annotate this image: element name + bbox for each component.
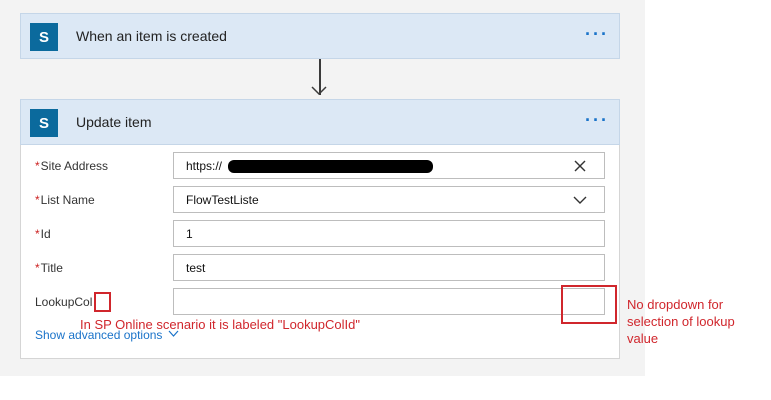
annotation-label-box [94,292,111,312]
required-marker: * [35,227,40,241]
action-title: Update item [76,114,152,130]
id-field[interactable]: 1 [173,220,605,247]
sharepoint-icon: S [30,109,58,137]
id-value: 1 [186,227,193,241]
annotation-dropdown-box [561,285,617,324]
sharepoint-icon: S [30,23,58,51]
id-label: *Id [35,227,51,241]
list-name-value: FlowTestListe [186,193,259,207]
action-more-icon[interactable]: ··· [585,110,609,131]
chevron-down-icon[interactable] [573,193,587,207]
required-marker: * [35,193,40,207]
required-marker: * [35,159,40,173]
title-value: test [186,261,206,275]
clear-icon[interactable] [573,159,587,173]
list-name-label: *List Name [35,193,95,207]
annotation-label-note: In SP Online scenario it is labeled "Loo… [80,317,360,332]
list-name-dropdown[interactable]: FlowTestListe [173,186,605,213]
connector-arrow-icon [311,86,327,96]
required-marker: * [35,261,40,275]
trigger-card-header[interactable]: S When an item is created ··· [20,13,620,59]
title-label: *Title [35,261,63,275]
lookupcol-label: LookupCol [35,295,93,309]
site-address-value: https:// [186,159,223,173]
trigger-title: When an item is created [76,28,227,44]
title-field[interactable]: test [173,254,605,281]
site-address-field[interactable]: https:// [173,152,605,179]
lookupcol-field[interactable] [173,288,605,315]
trigger-more-icon[interactable]: ··· [585,24,609,45]
action-card-header[interactable]: S Update item ··· [20,99,620,145]
redaction-mark [228,160,433,173]
site-address-label: *Site Address [35,159,109,173]
annotation-dropdown-note: No dropdown for selection of lookup valu… [627,297,735,346]
